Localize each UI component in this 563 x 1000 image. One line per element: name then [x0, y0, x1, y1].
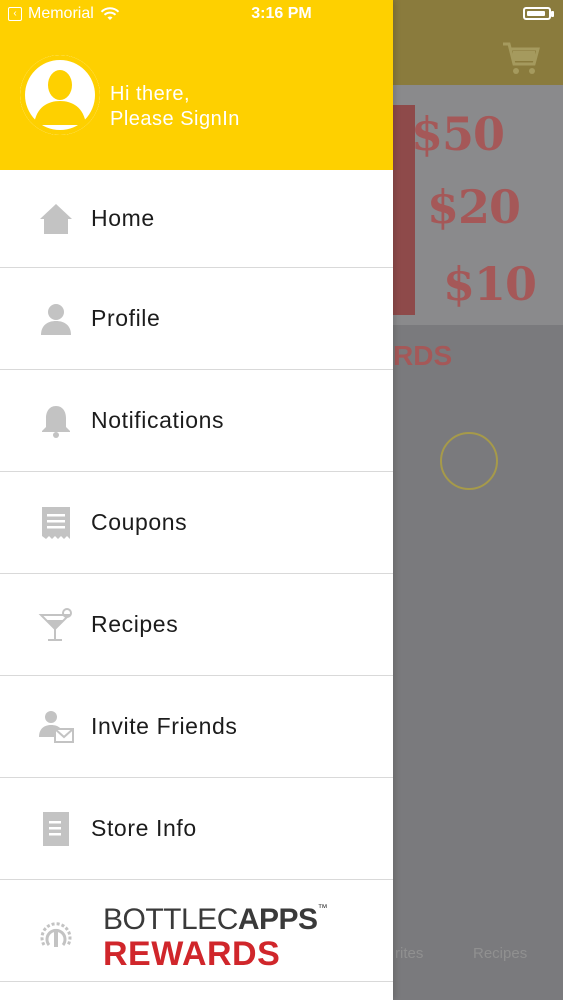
- banner-amount: $10: [443, 257, 537, 311]
- brand-logo-text: BOTTLECAPPS™: [103, 903, 328, 936]
- person-icon: [38, 301, 74, 337]
- menu-item-label: Home: [91, 205, 155, 231]
- menu-item-profile[interactable]: Profile: [0, 268, 393, 370]
- background-app-overlay[interactable]: $50 $20 $10 RDS rites Recipes: [393, 0, 563, 1000]
- menu-item-label: Coupons: [91, 509, 188, 535]
- menu-item-notifications[interactable]: Notifications: [0, 370, 393, 472]
- menu-item-label: Recipes: [91, 611, 179, 637]
- menu-item-label: Store Info: [91, 815, 197, 841]
- document-icon: [38, 811, 74, 847]
- tab-fragment: rites: [395, 945, 424, 962]
- sign-in-greeting[interactable]: Hi there, Please SignIn: [110, 82, 240, 132]
- menu-item-coupons[interactable]: Coupons: [0, 472, 393, 574]
- menu-item-label: Notifications: [91, 407, 225, 433]
- background-circle-icon: [440, 432, 498, 490]
- menu-item-label: Invite Friends: [91, 713, 238, 739]
- tab-fragment: Recipes: [473, 945, 528, 962]
- coupon-icon: [38, 505, 74, 541]
- menu-item-recipes[interactable]: Recipes: [0, 574, 393, 676]
- background-banner: $50 $20 $10: [393, 85, 563, 325]
- status-bar: ‹ Memorial 3:16 PM: [0, 0, 563, 30]
- banner-amount: $20: [427, 180, 521, 234]
- avatar[interactable]: [20, 55, 100, 135]
- drawer-menu: Home Profile Notifications Coupons Recip…: [0, 170, 393, 880]
- invite-icon: [38, 709, 74, 745]
- battery-icon: [523, 7, 554, 20]
- menu-item-home[interactable]: Home: [0, 170, 393, 268]
- brand-footer: BOTTLECAPPS™ REWARDS: [0, 885, 393, 982]
- bell-icon: [38, 403, 74, 439]
- home-icon: [38, 201, 74, 237]
- menu-item-store-info[interactable]: Store Info: [0, 778, 393, 880]
- brand-name-part: APPS: [237, 903, 318, 936]
- greeting-line: Hi there,: [110, 83, 191, 105]
- bottlecapps-logo-icon: [40, 922, 72, 947]
- status-time: 3:16 PM: [251, 5, 312, 22]
- menu-item-label: Profile: [91, 305, 161, 331]
- navigation-drawer: Hi there, Please SignIn Home Profile Not…: [0, 0, 393, 1000]
- user-silhouette-icon: [20, 55, 100, 135]
- brand-rewards-text: REWARDS: [103, 935, 281, 973]
- sign-in-prompt: Please SignIn: [110, 108, 240, 130]
- menu-item-invite-friends[interactable]: Invite Friends: [0, 676, 393, 778]
- cart-icon: [503, 42, 540, 74]
- cocktail-icon: [38, 607, 74, 643]
- brand-name-part: BOTTLEC: [103, 903, 238, 936]
- banner-amount: $50: [411, 107, 505, 161]
- rewards-fragment: RDS: [393, 340, 453, 371]
